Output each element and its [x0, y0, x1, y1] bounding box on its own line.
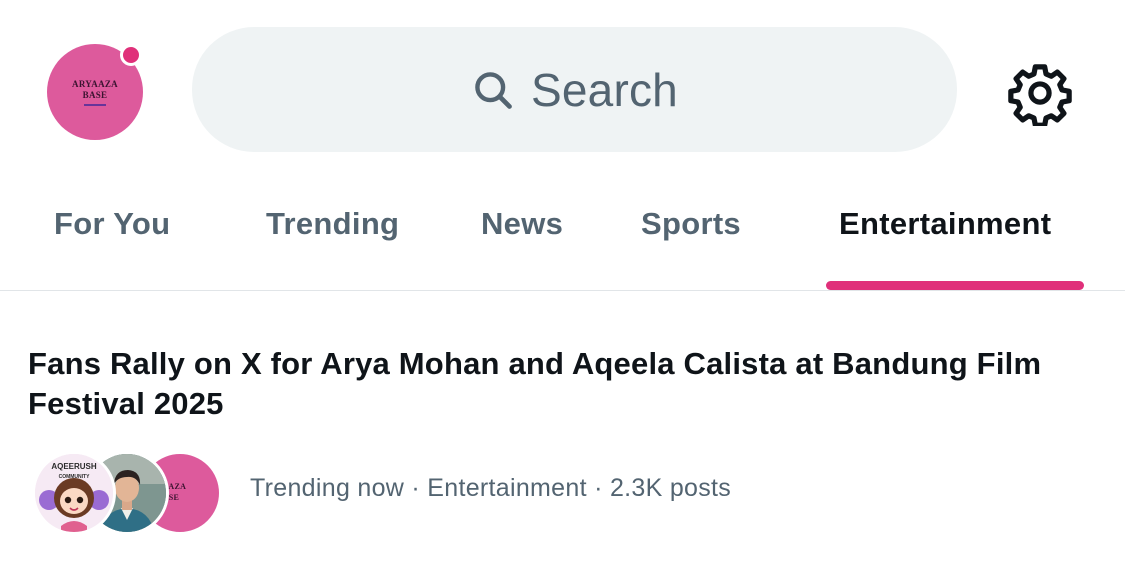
- avatar-1-sub-label: COMMUNITY: [59, 474, 90, 480]
- tab-sports[interactable]: Sports: [641, 202, 741, 246]
- cartoon-girl-icon: AQEERUSH COMMUNITY: [35, 454, 113, 532]
- trend-title: Fans Rally on X for Arya Mohan and Aqeel…: [28, 346, 1042, 421]
- tab-news[interactable]: News: [481, 202, 563, 246]
- trend-category: Entertainment: [427, 474, 587, 502]
- meta-separator: ·: [594, 474, 610, 502]
- trend-meta: Trending now · Entertainment · 2.3K post…: [250, 474, 731, 503]
- explore-page: ARYAAZA BASE Search For You Trending New…: [0, 0, 1125, 577]
- tab-entertainment[interactable]: Entertainment: [839, 202, 1051, 246]
- tab-for-you[interactable]: For You: [54, 202, 170, 246]
- avatar-logo-underline: [84, 103, 106, 106]
- meta-separator: ·: [411, 474, 428, 502]
- gear-icon: [1008, 64, 1072, 126]
- trend-item[interactable]: Fans Rally on X for Arya Mohan and Aqeel…: [0, 291, 1125, 577]
- search-content: Search: [471, 63, 678, 117]
- trend-avatar-stack: YAAZA BASE: [32, 451, 222, 535]
- active-tab-indicator: [826, 281, 1084, 290]
- search-icon: [475, 71, 512, 109]
- avatar-logo-line-1: ARYAAZA: [72, 78, 118, 89]
- avatar-aqeerush-community: AQEERUSH COMMUNITY: [32, 451, 116, 535]
- tab-trending[interactable]: Trending: [266, 202, 399, 246]
- avatar-logo-line-2: BASE: [82, 89, 108, 100]
- trend-status: Trending now: [250, 474, 405, 502]
- search-placeholder: Search: [531, 63, 678, 116]
- settings-button[interactable]: [1005, 58, 1075, 128]
- avatar-1-label: AQEERUSH: [51, 462, 97, 471]
- notification-dot: [120, 44, 142, 66]
- search-input[interactable]: Search: [192, 27, 957, 152]
- trend-post-count: 2.3K posts: [609, 474, 732, 502]
